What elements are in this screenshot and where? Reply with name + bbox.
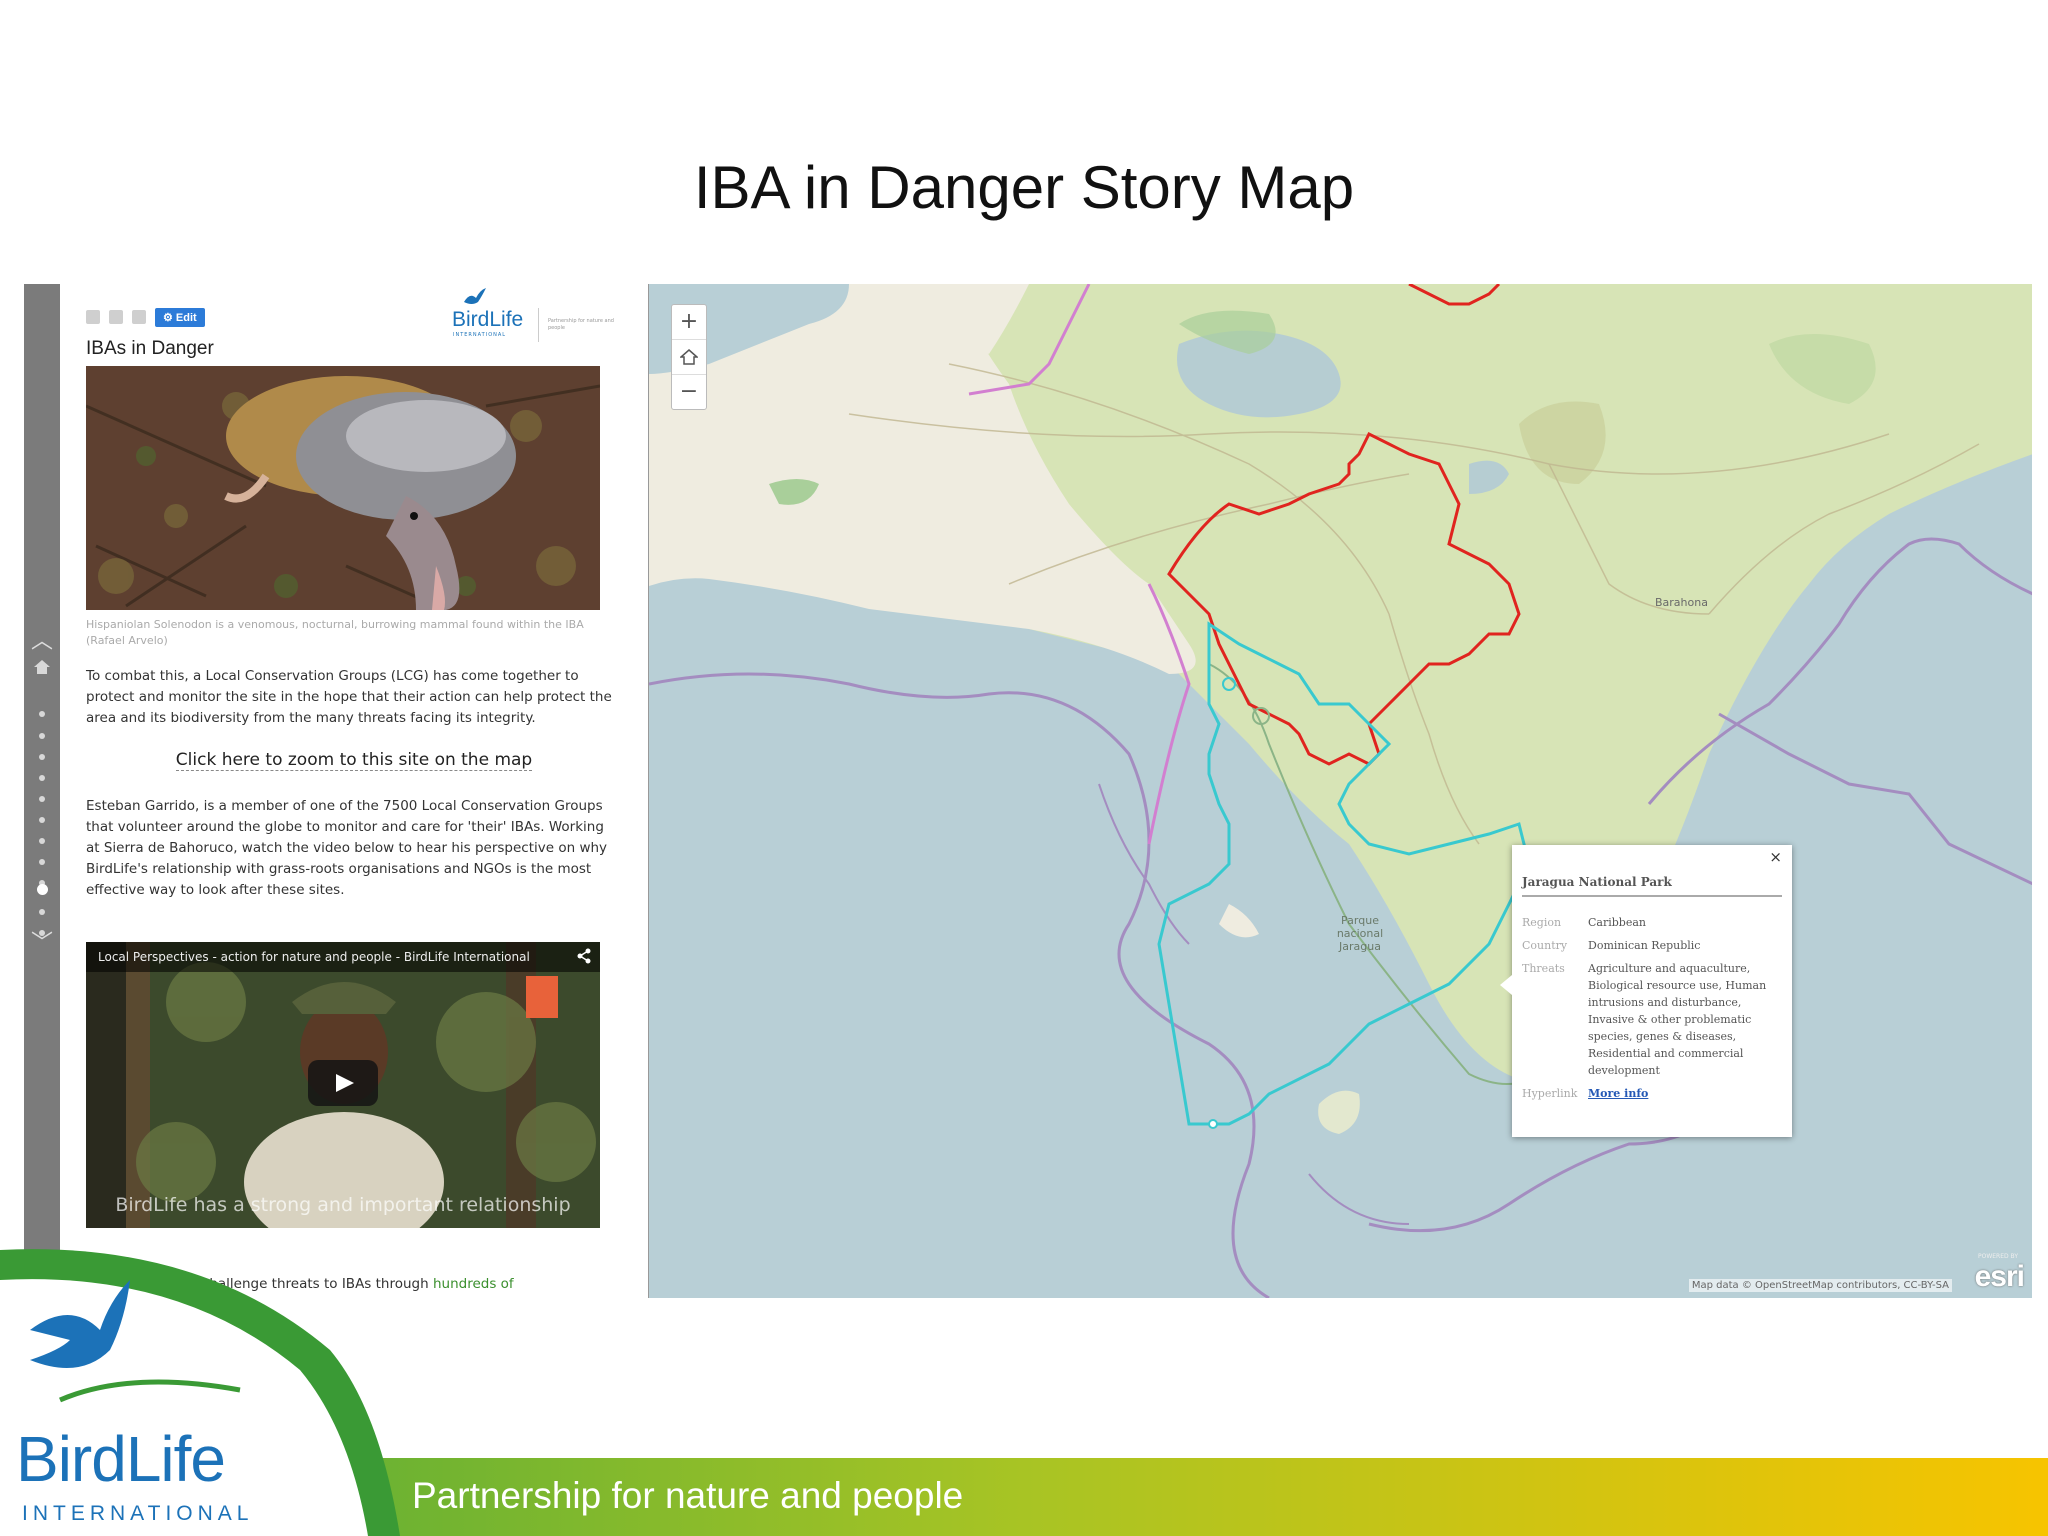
basemap[interactable] bbox=[649, 284, 2032, 1298]
nav-dot-active[interactable] bbox=[37, 884, 48, 895]
story-paragraph-1: To combat this, a Local Conservation Gro… bbox=[86, 668, 612, 726]
nav-home-icon[interactable] bbox=[34, 660, 50, 674]
home-button[interactable] bbox=[672, 340, 706, 375]
nav-dot[interactable] bbox=[39, 838, 45, 844]
video-player[interactable]: Local Perspectives - action for nature a… bbox=[86, 942, 600, 1228]
footer-banner bbox=[0, 1249, 2048, 1536]
nav-dot[interactable] bbox=[39, 817, 45, 823]
popup-key: Threats bbox=[1522, 962, 1565, 975]
map-zoom-control: + − bbox=[671, 304, 707, 410]
header-logo-divider bbox=[538, 308, 539, 342]
edit-button-label: Edit bbox=[175, 311, 197, 324]
story-side-panel: ⚙ Edit BirdLife INTERNATIONAL Partnershi… bbox=[60, 284, 648, 1298]
nav-down-arrow-icon[interactable]: ﹀ bbox=[30, 933, 54, 955]
nav-up-arrow-icon[interactable]: ︿ bbox=[30, 631, 54, 653]
edit-button[interactable]: ⚙ Edit bbox=[155, 307, 205, 327]
zoom-to-site-link-label: Click here to zoom to this site on the m… bbox=[175, 750, 533, 771]
zoom-in-button[interactable]: + bbox=[672, 305, 706, 340]
more-info-link[interactable]: More info bbox=[1588, 1087, 1648, 1100]
home-icon bbox=[679, 349, 699, 365]
solenodon-photo bbox=[86, 366, 600, 610]
popup-row-hyperlink: Hyperlink More info bbox=[1522, 1082, 1782, 1105]
link-icon[interactable] bbox=[132, 310, 146, 324]
popup-row-country: Country Dominican Republic bbox=[1522, 934, 1782, 957]
popup-value: Caribbean bbox=[1588, 916, 1646, 929]
popup-key: Country bbox=[1522, 939, 1568, 952]
popup-title: Jaragua National Park bbox=[1522, 875, 1782, 897]
nav-dot[interactable] bbox=[39, 796, 45, 802]
popup-close-button[interactable]: × bbox=[1769, 848, 1782, 866]
header-logo-tagline: Partnership for nature and people bbox=[548, 318, 614, 331]
nav-dot[interactable] bbox=[39, 859, 45, 865]
footer-logo-sub: INTERNATIONAL bbox=[22, 1502, 254, 1525]
zoom-out-button[interactable]: − bbox=[672, 375, 706, 409]
map-view[interactable]: Parque nacional Jaragua Barahona + − × J… bbox=[648, 284, 2032, 1298]
story-map-app: ︿ ﹀ ⚙ Edit BirdLife INTERNATIONAL Partne… bbox=[24, 284, 2032, 1298]
popup-value: Dominican Republic bbox=[1588, 939, 1701, 952]
panel-title: IBAs in Danger bbox=[86, 338, 214, 359]
photo-caption: Hispaniolan Solenodon is a venomous, noc… bbox=[86, 618, 584, 647]
birdlife-header-logo[interactable]: BirdLife INTERNATIONAL Partnership for n… bbox=[452, 288, 648, 342]
video-title[interactable]: Local Perspectives - action for nature a… bbox=[86, 942, 600, 972]
video-share-icon[interactable] bbox=[576, 948, 592, 964]
popup-row-threats: Threats Agriculture and aquaculture, Bio… bbox=[1522, 957, 1782, 1082]
popup-attribute-table: Region Caribbean Country Dominican Repub… bbox=[1522, 911, 1782, 1105]
nav-dot[interactable] bbox=[39, 733, 45, 739]
popup-value: Agriculture and aquaculture, Biological … bbox=[1588, 962, 1767, 1077]
map-popup: × Jaragua National Park Region Caribbean… bbox=[1500, 845, 1792, 1137]
zoom-to-site-link[interactable]: Click here to zoom to this site on the m… bbox=[60, 750, 648, 771]
town-map-label: Barahona bbox=[1655, 596, 1708, 609]
popup-key: Region bbox=[1522, 916, 1562, 929]
video-play-icon[interactable] bbox=[308, 1060, 378, 1106]
share-toolbar: ⚙ Edit bbox=[86, 306, 205, 328]
header-logo-name: BirdLife bbox=[452, 308, 524, 331]
twitter-icon[interactable] bbox=[109, 310, 123, 324]
popup-row-region: Region Caribbean bbox=[1522, 911, 1782, 934]
bird-logo-icon bbox=[464, 288, 486, 304]
footer-logo-name: BirdLife bbox=[16, 1423, 226, 1495]
story-nav-bar: ︿ ﹀ bbox=[24, 284, 60, 1298]
slide-title: IBA in Danger Story Map bbox=[693, 154, 1355, 221]
nav-dot[interactable] bbox=[39, 775, 45, 781]
nav-dot[interactable] bbox=[39, 754, 45, 760]
park-map-label: Parque nacional Jaragua bbox=[1336, 914, 1384, 953]
facebook-icon[interactable] bbox=[86, 310, 100, 324]
header-logo-sub: INTERNATIONAL bbox=[453, 332, 507, 338]
nav-dot[interactable] bbox=[39, 711, 45, 717]
story-paragraph-2: Esteban Garrido, is a member of one of t… bbox=[86, 798, 608, 898]
nav-dot[interactable] bbox=[39, 909, 45, 915]
footer-tagline: Partnership for nature and people bbox=[412, 1475, 964, 1516]
video-subtitle: BirdLife has a strong and important rela… bbox=[115, 1194, 571, 1216]
popup-key: Hyperlink bbox=[1522, 1087, 1578, 1100]
